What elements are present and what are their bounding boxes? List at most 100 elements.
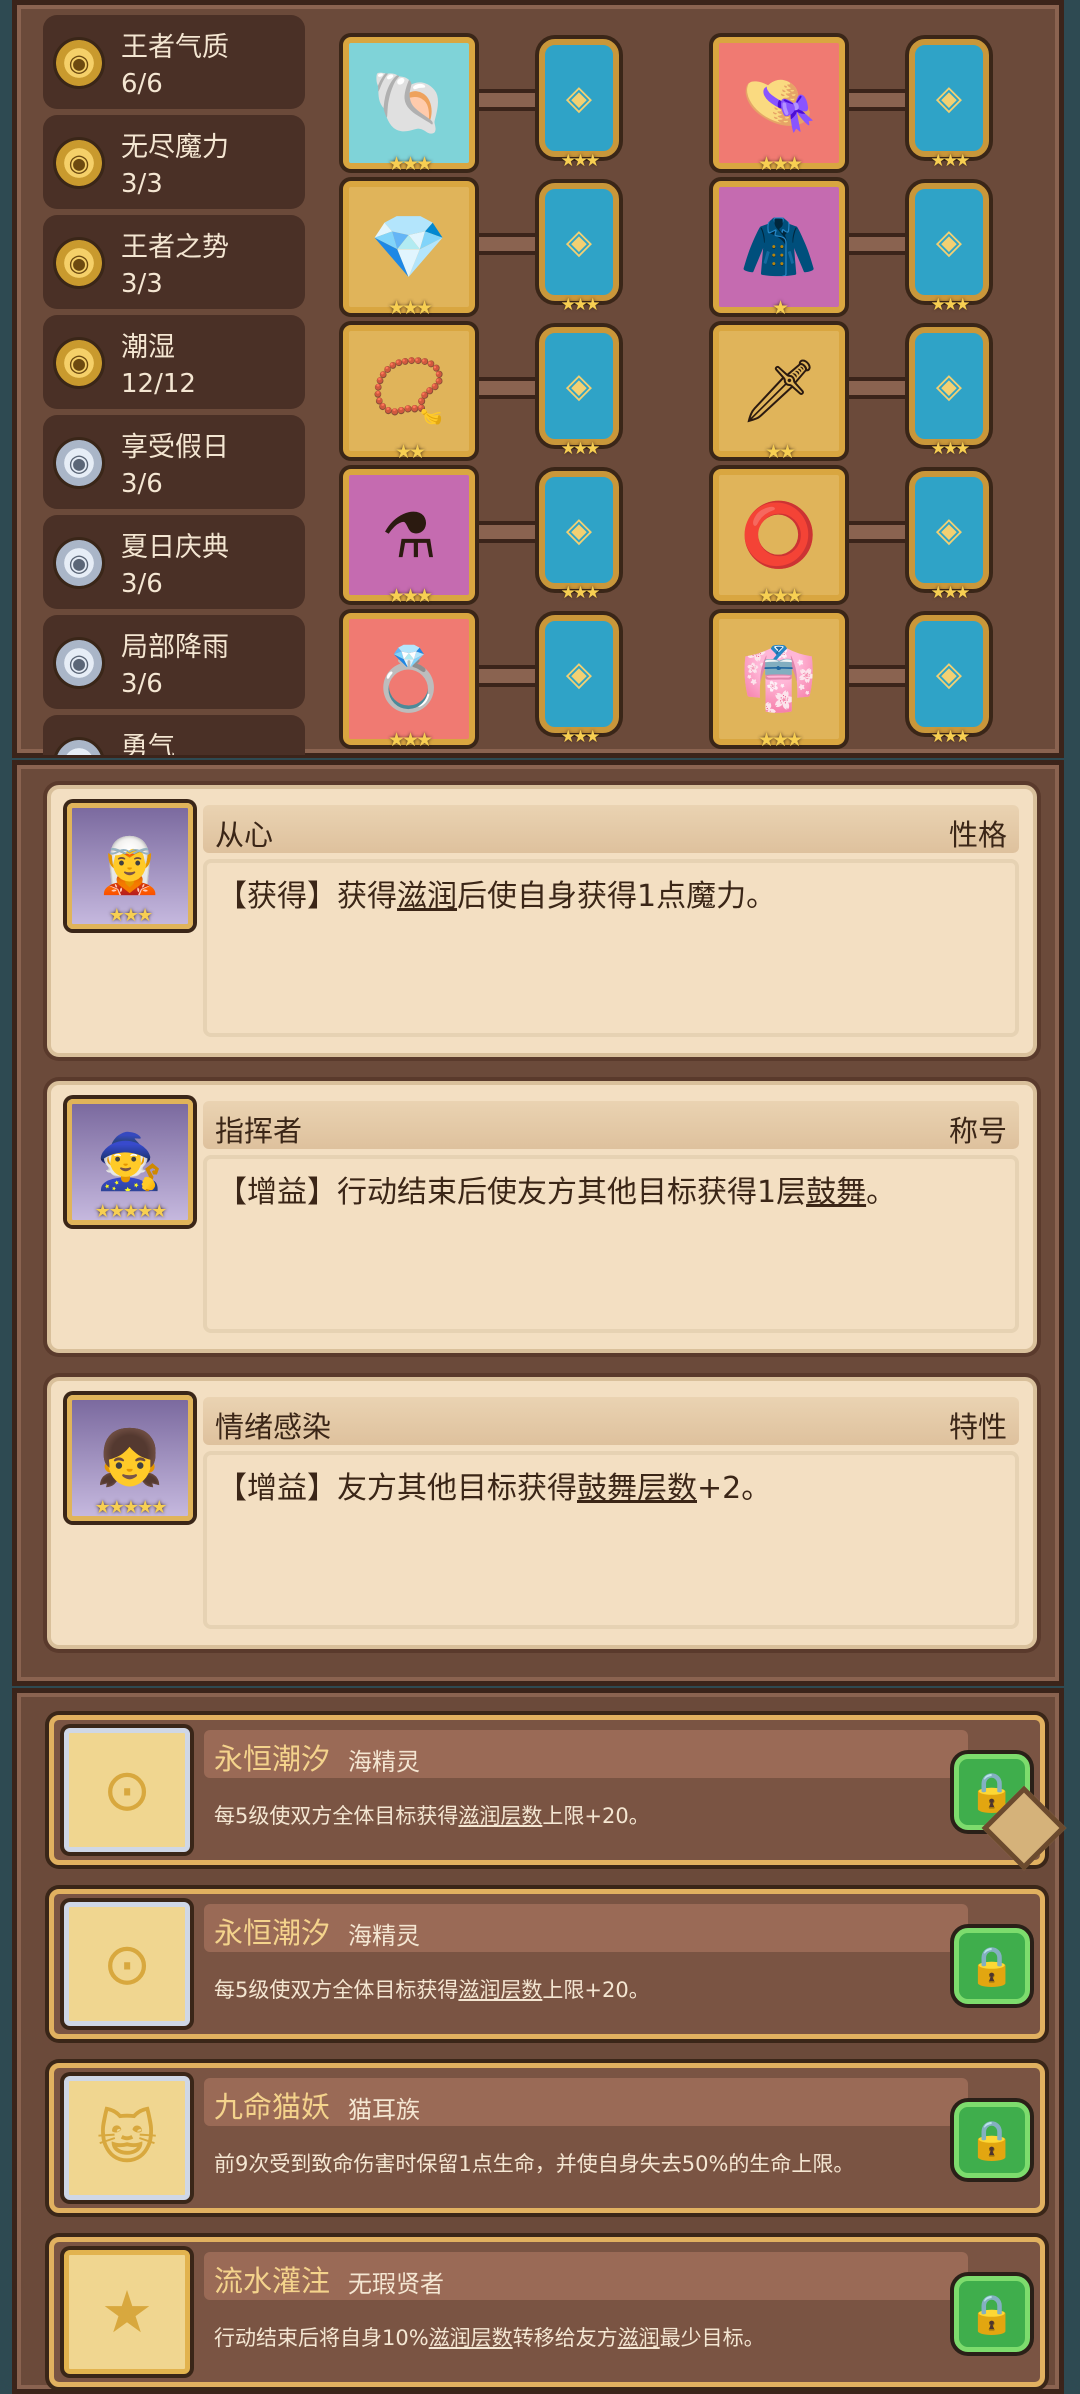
rune-slot[interactable]: ◈ ★★★ bbox=[539, 613, 619, 747]
rune-card-icon: ◈ bbox=[539, 471, 619, 589]
bond-card[interactable]: 😺 九命猫妖 猫耳族 前9次受到致命伤害时保留1点生命，并使自身失去50%的生命上限。… bbox=[49, 2063, 1045, 2213]
trait-count: 3/6 bbox=[121, 669, 163, 699]
skill-card[interactable]: 🧝 ★★★ 从心 性格 【获得】获得滋润后使自身获得1点魔力。 bbox=[47, 785, 1037, 1057]
bond-card[interactable]: ⊙ 永恒潮汐 海精灵 每5级使双方全体目标获得滋润层数上限+20。 🔒 bbox=[49, 1889, 1045, 2039]
desc-text: 后使自身获得1点魔力。 bbox=[457, 879, 777, 914]
tide-emblem-icon: ⊙ bbox=[64, 1728, 190, 1852]
relic-slot[interactable]: 🐚 ★★★ bbox=[343, 37, 475, 175]
lock-icon: 🔒 bbox=[968, 1943, 1016, 1988]
keyword-link[interactable]: 滋润 bbox=[618, 2326, 660, 2350]
relic-connector bbox=[843, 89, 913, 111]
relic-connector bbox=[843, 377, 913, 399]
lock-button[interactable]: 🔒 bbox=[954, 2276, 1030, 2352]
trait-name: 王者气质 bbox=[121, 32, 229, 63]
jester-robe-icon: 👘 bbox=[713, 613, 845, 745]
skill-card[interactable]: 🧙 ★★★★★ 指挥者 称号 【增益】行动结束后使友方其他目标获得1层鼓舞。 bbox=[47, 1081, 1037, 1353]
rune-stars: ★★★ bbox=[560, 727, 601, 747]
desc-text: 每5级使双方全体目标获得 bbox=[214, 1804, 459, 1828]
lock-button[interactable]: 🔒 bbox=[954, 1928, 1030, 2004]
relic-slot[interactable]: 👒 ★★★ bbox=[713, 37, 845, 175]
rune-slot[interactable]: ◈ ★★★ bbox=[909, 469, 989, 603]
skill-card[interactable]: 👧 ★★★★★ 情绪感染 特性 【增益】友方其他目标获得鼓舞层数+2。 bbox=[47, 1377, 1037, 1649]
trait-item[interactable]: ◉ 王者气质 6/6 bbox=[43, 15, 305, 109]
trait-count: 3/3 bbox=[121, 269, 163, 299]
crystal-star-icon: 💎 bbox=[343, 181, 475, 313]
relic-slot[interactable]: 👘 ★★★ bbox=[713, 613, 845, 751]
keyword-link[interactable]: 滋润层数 bbox=[458, 1804, 542, 1828]
bond-card[interactable]: ★ 流水灌注 无瑕贤者 行动结束后将自身10%滋润层数转移给友方滋润最少目标。 🔒 bbox=[49, 2237, 1045, 2387]
bond-header: 永恒潮汐 海精灵 bbox=[204, 1730, 968, 1778]
relic-slot[interactable]: 📿 ★★ bbox=[343, 325, 475, 463]
rune-card-icon: ◈ bbox=[539, 615, 619, 733]
relic-stars: ★★★ bbox=[387, 297, 433, 319]
relic-slot[interactable]: ⭕ ★★★ bbox=[713, 469, 845, 607]
relic-slot[interactable]: 🗡 ★★ bbox=[713, 325, 845, 463]
skill-description: 【增益】行动结束后使友方其他目标获得1层鼓舞。 bbox=[217, 1167, 896, 1211]
bond-name: 流水灌注 bbox=[214, 2264, 331, 2298]
rune-slot[interactable]: ◈ ★★★ bbox=[909, 325, 989, 459]
rune-card-icon: ◈ bbox=[909, 183, 989, 301]
desc-text: 【增益】友方其他目标获得 bbox=[217, 1471, 577, 1506]
relic-connector bbox=[473, 233, 543, 255]
trait-name: 享受假日 bbox=[121, 432, 229, 463]
rune-card-icon: ◈ bbox=[909, 615, 989, 733]
keyword-link[interactable]: 鼓舞 bbox=[806, 1175, 866, 1210]
dark-ring-icon: ⭕ bbox=[713, 469, 845, 601]
rune-stars: ★★★ bbox=[930, 151, 971, 171]
rune-card-icon: ◈ bbox=[909, 471, 989, 589]
rune-slot[interactable]: ◈ ★★★ bbox=[539, 469, 619, 603]
skill-name: 从心 bbox=[215, 818, 274, 852]
trait-coin-icon: ◉ bbox=[53, 537, 105, 589]
rune-slot[interactable]: ◈ ★★★ bbox=[539, 181, 619, 315]
trait-count: 3/3 bbox=[121, 169, 163, 199]
relic-connector bbox=[473, 521, 543, 543]
relic-slot[interactable]: 🧥 ★ bbox=[713, 181, 845, 319]
lock-button[interactable]: 🔒 bbox=[954, 2102, 1030, 2178]
relic-connector bbox=[843, 665, 913, 687]
trait-name: 王者之势 bbox=[121, 232, 229, 263]
rune-slot[interactable]: ◈ ★★★ bbox=[539, 325, 619, 459]
keyword-link[interactable]: 滋润 bbox=[397, 879, 457, 914]
rune-slot[interactable]: ◈ ★★★ bbox=[909, 613, 989, 747]
trait-item[interactable]: ◉ 夏日庆典 3/6 bbox=[43, 515, 305, 609]
rune-stars: ★★★ bbox=[930, 583, 971, 603]
necklace-icon: 📿 bbox=[343, 325, 475, 457]
bond-header: 永恒潮汐 海精灵 bbox=[204, 1904, 968, 1952]
rune-slot[interactable]: ◈ ★★★ bbox=[909, 181, 989, 315]
trait-coin-icon: ◉ bbox=[53, 637, 105, 689]
rune-slot[interactable]: ◈ ★★★ bbox=[909, 37, 989, 171]
relic-slot[interactable]: 💎 ★★★ bbox=[343, 181, 475, 319]
trait-item[interactable]: ◉ 王者之势 3/3 bbox=[43, 215, 305, 309]
trait-name: 夏日庆典 bbox=[121, 532, 229, 563]
keyword-link[interactable]: 滋润层数 bbox=[458, 1978, 542, 2002]
trait-item[interactable]: ◉ 局部降雨 3/6 bbox=[43, 615, 305, 709]
lock-icon: 🔒 bbox=[968, 2117, 1016, 2162]
keyword-link[interactable]: 鼓舞层数 bbox=[577, 1471, 697, 1506]
lock-icon: 🔒 bbox=[968, 2291, 1016, 2336]
relic-slot[interactable]: 💍 ★★★ bbox=[343, 613, 475, 751]
bond-description: 前9次受到致命伤害时保留1点生命，并使自身失去50%的生命上限。 bbox=[214, 2148, 854, 2178]
bond-name: 九命猫妖 bbox=[214, 2090, 331, 2124]
keyword-link[interactable]: 滋润层数 bbox=[429, 2326, 513, 2350]
trait-item[interactable]: ◉ 享受假日 3/6 bbox=[43, 415, 305, 509]
portrait-stars: ★★★ bbox=[108, 905, 153, 926]
relic-slot[interactable]: ⚗ ★★★ bbox=[343, 469, 475, 607]
relic-stars: ★★★ bbox=[387, 729, 433, 751]
bond-header: 流水灌注 无瑕贤者 bbox=[204, 2252, 968, 2300]
cloak-icon: 🧥 bbox=[713, 181, 845, 313]
bond-panel[interactable]: ⊙ 永恒潮汐 海精灵 每5级使双方全体目标获得滋润层数上限+20。 🔒 ⊙ 永恒潮汐 海精灵每… bbox=[12, 1688, 1064, 2394]
trait-item[interactable]: ◉ 潮湿 12/12 bbox=[43, 315, 305, 409]
bond-header: 九命猫妖 猫耳族 bbox=[204, 2078, 968, 2126]
relic-connector bbox=[473, 665, 543, 687]
trait-list[interactable]: ◉ 王者气质 6/6 ◉ 无尽魔力 3/3 ◉ 王者之势 3/3 ◉ 潮湿 12/12 ◉ 享受假日 3/6… bbox=[43, 15, 305, 755]
portrait-stars: ★★★★★ bbox=[94, 1201, 168, 1222]
rune-slot[interactable]: ◈ ★★★ bbox=[539, 37, 619, 171]
skill-header: 从心 性格 bbox=[203, 805, 1019, 853]
relic-stars: ★ bbox=[771, 297, 789, 319]
relic-connector bbox=[473, 377, 543, 399]
skill-panel: 🧝 ★★★ 从心 性格 【获得】获得滋润后使自身获得1点魔力。 🧙 ★★★★★ 指挥者 称号 【增… bbox=[12, 760, 1064, 1686]
trait-item[interactable]: ◉ 勇气 bbox=[43, 715, 305, 755]
trait-item[interactable]: ◉ 无尽魔力 3/3 bbox=[43, 115, 305, 209]
bond-card[interactable]: ⊙ 永恒潮汐 海精灵 每5级使双方全体目标获得滋润层数上限+20。 🔒 bbox=[49, 1715, 1045, 1865]
desc-text: 前9次受到致命伤害时保留1点生命，并使自身失去50%的生命上限。 bbox=[214, 2152, 855, 2176]
